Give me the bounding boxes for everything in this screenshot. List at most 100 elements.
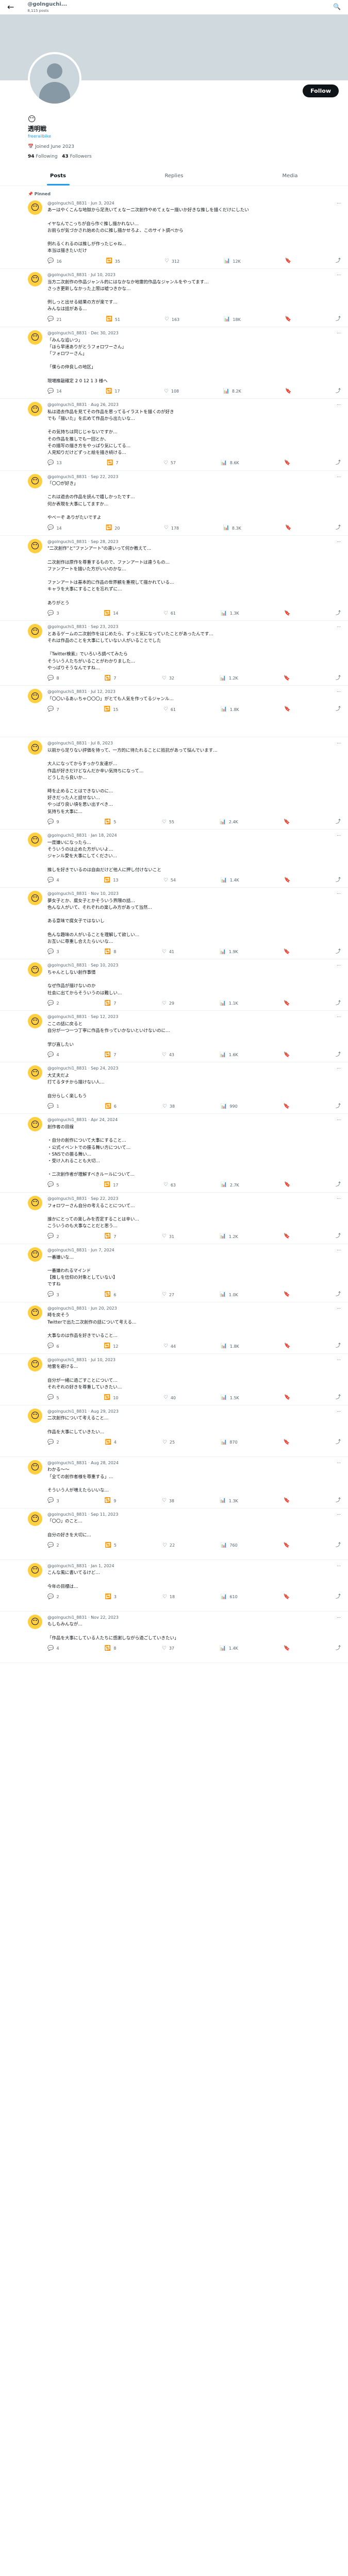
share-button[interactable]: ⤴: [336, 1645, 341, 1653]
bookmark-button[interactable]: 🔖: [285, 258, 291, 265]
repost-button[interactable]: 🔁 7: [107, 460, 119, 467]
reply-button[interactable]: 💬 14: [47, 388, 62, 396]
share-button[interactable]: ⤴: [336, 610, 341, 618]
bookmark-button[interactable]: 🔖: [284, 1181, 290, 1189]
reply-button[interactable]: 💬 3: [47, 1291, 59, 1299]
views-button[interactable]: 📊 2.7K: [221, 1181, 239, 1189]
bookmark-button[interactable]: 🔖: [285, 316, 291, 324]
reply-button[interactable]: 💬 8: [47, 675, 59, 683]
like-button[interactable]: ♡ 61: [163, 706, 176, 714]
post-author-date[interactable]: @golnguchi1_8831 · Jul 12, 2023: [47, 689, 115, 695]
share-button[interactable]: ⤴: [336, 819, 341, 826]
followers-stat[interactable]: 43 Followers: [62, 154, 92, 159]
views-button[interactable]: 📊 1.1K: [220, 1000, 238, 1008]
more-icon[interactable]: ⋯: [337, 1247, 341, 1253]
post-author-date[interactable]: @golnguchi1_8831 · Nov 22, 2023: [47, 1615, 119, 1621]
post[interactable]: 😶 @golnguchi1_8831 · Jun 20, 2023 ⋯ 時を戻そう T…: [0, 1302, 348, 1354]
like-button[interactable]: ♡ 25: [162, 1439, 175, 1447]
more-icon[interactable]: ⋯: [337, 1615, 341, 1621]
like-button[interactable]: ♡ 27: [162, 1291, 174, 1299]
post[interactable]: 😶 @golnguchi1_8831 · Aug 29, 2023 ⋯ 二次創作につい…: [0, 1405, 348, 1457]
views-button[interactable]: 📊 990: [221, 1103, 238, 1111]
post-author-date[interactable]: @golnguchi1_8831 · Sep 24, 2023: [47, 1065, 118, 1072]
share-button[interactable]: ⤴: [336, 258, 341, 265]
post-author-date[interactable]: @golnguchi1_8831 · Sep 23, 2023: [47, 624, 118, 630]
more-icon[interactable]: ⋯: [337, 474, 341, 480]
following-stat[interactable]: 94 Following: [28, 154, 58, 159]
post-author-date[interactable]: @golnguchi1_8831 · Sep 10, 2023: [47, 962, 118, 969]
post-author-date[interactable]: @golnguchi1_8831 · Jun 3, 2024: [47, 200, 114, 207]
views-button[interactable]: 📊 1.9K: [220, 948, 238, 956]
post-avatar[interactable]: 😶: [28, 1511, 42, 1526]
more-icon[interactable]: ⋯: [337, 539, 341, 545]
bookmark-button[interactable]: 🔖: [284, 819, 290, 826]
views-button[interactable]: 📊 610: [221, 1594, 238, 1601]
views-button[interactable]: 📊 1.8K: [221, 706, 239, 714]
views-button[interactable]: 📊 1.3K: [220, 1497, 238, 1505]
views-button[interactable]: 📊 1.3K: [221, 610, 239, 618]
post[interactable]: 😶 @golnguchi1_8831 · Aug 26, 2023 ⋯ 私は過去作品を…: [0, 399, 348, 471]
repost-button[interactable]: 🔁 6: [105, 1291, 117, 1299]
share-button[interactable]: ⤴: [336, 1291, 341, 1299]
post-avatar[interactable]: 😶: [28, 1614, 42, 1629]
post[interactable]: 😶 @golnguchi1_8831 · Jul 8, 2023 ⋯ 以前から足りない…: [0, 737, 348, 830]
post-author-date[interactable]: @golnguchi1_8831 · Sep 11, 2023: [47, 1512, 118, 1518]
repost-button[interactable]: 🔁 5: [105, 819, 117, 826]
post[interactable]: 😶 @golnguchi1_8831 · Jul 12, 2023 ⋯ 「〇〇いるあぃ…: [0, 686, 348, 738]
repost-button[interactable]: 🔁 7: [105, 1000, 117, 1008]
post-author-date[interactable]: @golnguchi1_8831 · Nov 10, 2023: [47, 891, 119, 897]
repost-button[interactable]: 🔁 7: [105, 1233, 117, 1241]
post-avatar[interactable]: 😶: [28, 1065, 42, 1080]
share-button[interactable]: ⤴: [336, 1233, 341, 1241]
reply-button[interactable]: 💬 2: [47, 1439, 59, 1447]
post-avatar[interactable]: 😶: [28, 740, 42, 755]
reply-button[interactable]: 💬 7: [47, 706, 59, 714]
follow-button[interactable]: Follow: [303, 84, 339, 97]
post-avatar[interactable]: 😶: [28, 833, 42, 848]
post[interactable]: 😶 @golnguchi1_8831 · Jan 1, 2024 ⋯ こんな風に書いて…: [0, 1560, 348, 1612]
views-button[interactable]: 📊 1.4K: [220, 1645, 238, 1653]
post-avatar[interactable]: 😶: [28, 1014, 42, 1029]
like-button[interactable]: ♡ 40: [163, 1394, 176, 1402]
post[interactable]: 😶 @golnguchi1_8831 · Sep 24, 2023 ⋯ 大丈夫だよ 打…: [0, 1062, 348, 1114]
bookmark-button[interactable]: 🔖: [284, 1233, 290, 1241]
post-author-date[interactable]: @golnguchi1_8831 · Dec 30, 2023: [47, 330, 119, 336]
bookmark-button[interactable]: 🔖: [285, 524, 291, 532]
repost-button[interactable]: 🔁 14: [104, 610, 119, 618]
share-button[interactable]: ⤴: [336, 877, 341, 885]
reply-button[interactable]: 💬 2: [47, 1233, 59, 1241]
share-button[interactable]: ⤴: [336, 460, 341, 467]
bookmark-button[interactable]: 🔖: [284, 1497, 290, 1505]
reply-button[interactable]: 💬 6: [47, 1343, 59, 1350]
post[interactable]: 😶 @golnguchi1_8831 · Apr 24, 2024 ⋯ 創作者の目線 …: [0, 1114, 348, 1193]
repost-button[interactable]: 🔁 7: [105, 1052, 117, 1059]
more-icon[interactable]: ⋯: [337, 1117, 341, 1123]
tab-replies[interactable]: Replies: [116, 167, 232, 185]
repost-button[interactable]: 🔁 15: [104, 706, 119, 714]
bookmark-button[interactable]: 🔖: [284, 1000, 290, 1008]
post-author-date[interactable]: @golnguchi1_8831 · Sep 22, 2023: [47, 1196, 118, 1202]
post[interactable]: 😶 @golnguchi1_8831 · Sep 10, 2023 ⋯ ちゃんとしない…: [0, 959, 348, 1011]
post[interactable]: 😶 @golnguchi1_8831 · Jul 10, 2023 ⋯ 当方二次創作の…: [0, 269, 348, 327]
post-author-date[interactable]: @golnguchi1_8831 · Jan 18, 2024: [47, 833, 117, 839]
share-button[interactable]: ⤴: [336, 316, 341, 324]
repost-button[interactable]: 🔁 13: [104, 877, 119, 885]
reply-button[interactable]: 💬 2: [47, 1000, 59, 1008]
more-icon[interactable]: ⋯: [337, 402, 341, 408]
bookmark-button[interactable]: 🔖: [285, 388, 291, 396]
views-button[interactable]: 📊 870: [221, 1439, 238, 1447]
more-icon[interactable]: ⋯: [337, 689, 341, 695]
like-button[interactable]: ♡ 43: [162, 1052, 174, 1059]
bookmark-button[interactable]: 🔖: [284, 1645, 290, 1653]
bookmark-button[interactable]: 🔖: [284, 1291, 290, 1299]
post-avatar[interactable]: 😶: [28, 1563, 42, 1578]
like-button[interactable]: ♡ 55: [162, 819, 174, 826]
more-icon[interactable]: ⋯: [337, 1409, 341, 1415]
reply-button[interactable]: 💬 4: [47, 1645, 59, 1653]
bookmark-button[interactable]: 🔖: [284, 1394, 290, 1402]
views-button[interactable]: 📊 1.2K: [220, 1233, 238, 1241]
post[interactable]: 😶 @golnguchi1_8831 · Sep 28, 2023 ⋯ "二次創作"と…: [0, 536, 348, 621]
more-icon[interactable]: ⋯: [337, 1196, 341, 1202]
reply-button[interactable]: 💬 3: [47, 610, 59, 618]
repost-button[interactable]: 🔁 9: [105, 1497, 117, 1505]
